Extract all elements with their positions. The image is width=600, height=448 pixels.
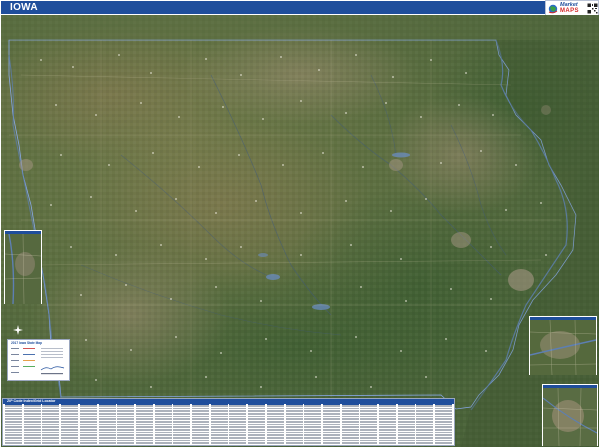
zip-column [210,405,228,445]
zip-column [397,405,415,445]
zip-column [266,405,284,445]
zip-column [5,405,22,445]
zip-column [79,405,97,445]
inset-imagery [530,320,596,375]
qr-code-icon [587,3,598,14]
legend-symbols [11,348,65,375]
inset-map-dubuque[interactable] [542,384,598,446]
inset-imagery [543,388,597,446]
title-bar: IOWA [1,1,599,14]
zip-column [379,405,396,445]
zip-code-index: ZIP Code Index/Grid Locator [2,398,455,446]
zip-column [360,405,378,445]
zip-column [61,405,79,445]
map-legend: 2017 Iowa State Map [7,339,70,381]
globe-logo-icon [548,4,558,14]
zip-column [416,405,434,445]
inset-map-quad-cities[interactable] [529,316,597,375]
zip-column [135,405,153,445]
zip-column [285,405,303,445]
publisher-name-line2: MAPS [560,8,579,14]
satellite-imagery [1,15,599,447]
legend-title: 2017 Iowa State Map [11,341,43,345]
zip-column [192,405,209,445]
zip-column [322,405,340,445]
map-title: IOWA [10,2,38,13]
zip-column [23,405,41,445]
zip-column [435,405,453,445]
zip-column [173,405,191,445]
zip-column [42,405,60,445]
zip-column [341,405,359,445]
satellite-map[interactable] [1,15,599,447]
zip-column [229,405,247,445]
zip-column [248,405,266,445]
zip-column [117,405,135,445]
zip-column [98,405,116,445]
zip-column [154,405,172,445]
inset-map-sioux-city[interactable] [4,230,42,304]
zip-column [304,405,322,445]
inset-imagery [5,234,41,304]
